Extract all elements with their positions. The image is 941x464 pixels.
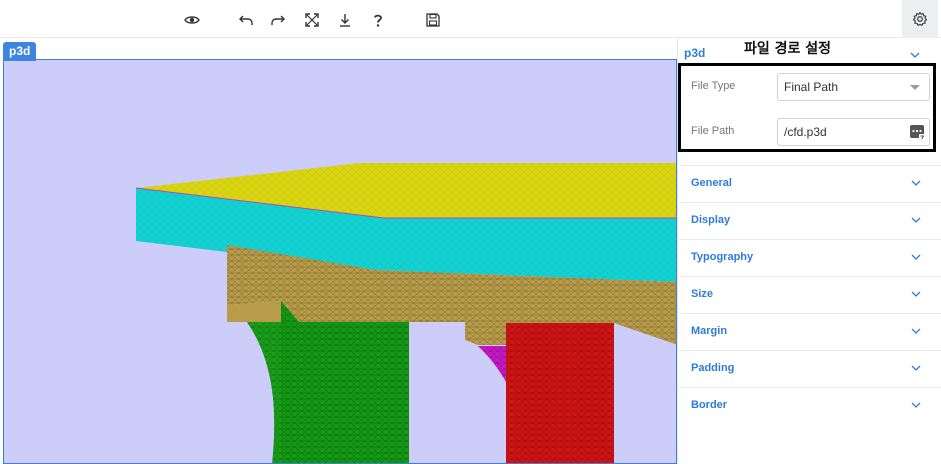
file-path-input[interactable]: /cfd.p3d xyxy=(777,118,930,146)
undo-icon[interactable] xyxy=(231,6,261,34)
chevron-down-icon xyxy=(911,365,921,371)
section-margin[interactable]: Margin xyxy=(679,313,941,350)
help-icon[interactable] xyxy=(363,6,393,34)
browse-file-icon[interactable] xyxy=(909,124,925,140)
chevron-down-icon xyxy=(911,217,921,223)
gear-icon[interactable] xyxy=(902,0,938,38)
download-icon[interactable] xyxy=(330,6,360,34)
chevron-down-icon xyxy=(911,291,921,297)
chevron-down-icon xyxy=(911,180,921,186)
file-path-value: /cfd.p3d xyxy=(784,125,827,139)
viewport: p3d xyxy=(0,38,677,464)
file-path-label: File Path xyxy=(691,125,735,137)
fullscreen-icon[interactable] xyxy=(297,6,327,34)
file-type-select[interactable]: Final Path xyxy=(777,73,930,101)
p3d-canvas[interactable] xyxy=(3,59,677,464)
section-typography[interactable]: Typography xyxy=(679,239,941,276)
section-label: Margin xyxy=(691,325,728,337)
mesh-render xyxy=(135,163,676,463)
section-label: General xyxy=(691,177,732,189)
chevron-down-icon xyxy=(911,402,921,408)
chevron-down-icon xyxy=(911,254,921,260)
file-settings-highlight: File Type Final Path File Path /cfd.p3d xyxy=(678,63,936,152)
section-label: Padding xyxy=(691,362,735,374)
chevron-down-icon xyxy=(911,328,921,334)
file-type-label: File Type xyxy=(691,80,736,92)
chevron-down-icon[interactable] xyxy=(910,52,920,58)
save-icon[interactable] xyxy=(418,6,448,34)
eye-icon[interactable] xyxy=(177,6,207,34)
section-label: Size xyxy=(691,288,714,300)
section-general[interactable]: General xyxy=(679,165,941,202)
caret-down-icon xyxy=(910,85,920,90)
callout-title: 파일 경로 설정 xyxy=(744,41,832,57)
section-label: Border xyxy=(691,399,728,411)
file-type-value: Final Path xyxy=(784,80,839,94)
section-size[interactable]: Size xyxy=(679,276,941,313)
app-root: p3d p3d 파일 경로 설정 File Type Final Path Fi… xyxy=(0,0,941,464)
section-border[interactable]: Border xyxy=(679,387,941,424)
toolbar xyxy=(0,0,941,38)
section-label: Display xyxy=(691,214,731,226)
panel-heading: p3d xyxy=(684,46,706,60)
settings-panel: p3d 파일 경로 설정 File Type Final Path File P… xyxy=(677,38,941,464)
section-label: Typography xyxy=(691,251,754,263)
viewport-tag: p3d xyxy=(3,42,37,61)
section-display[interactable]: Display xyxy=(679,202,941,239)
section-padding[interactable]: Padding xyxy=(679,350,941,387)
redo-icon[interactable] xyxy=(263,6,293,34)
